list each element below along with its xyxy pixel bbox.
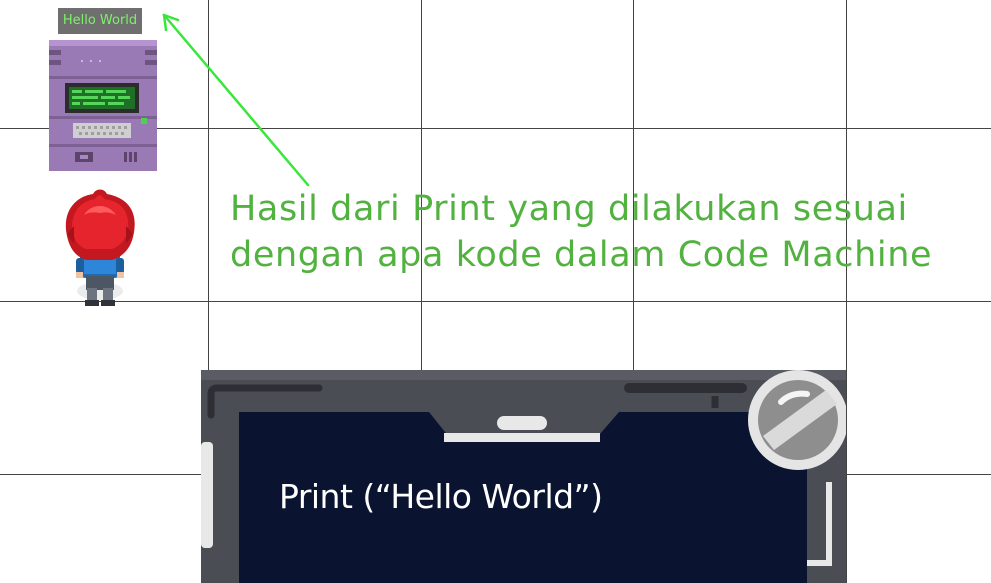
annotation-line-2: dengan apa kode dalam Code Machine <box>230 235 933 275</box>
annotation-line-1: Hasil dari Print yang dilakukan sesuai <box>230 189 908 229</box>
code-line: Print (“Hello World”) <box>279 477 603 516</box>
explanation-annotation: Hasil dari Print yang dilakukan sesuai d… <box>230 186 985 278</box>
close-orb-icon[interactable] <box>748 370 846 470</box>
